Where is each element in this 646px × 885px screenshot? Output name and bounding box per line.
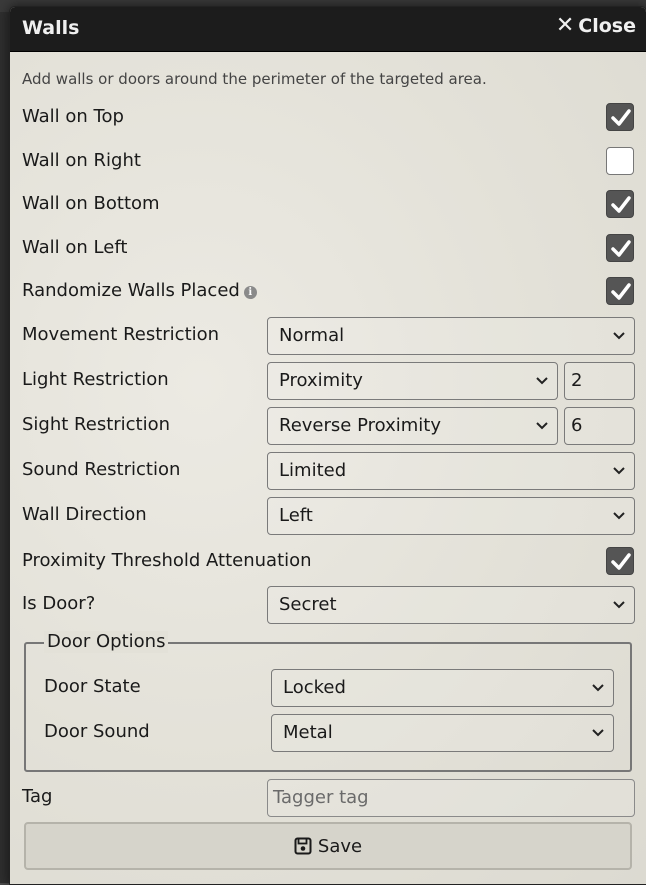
light-select[interactable]: Proximity: [267, 362, 558, 400]
randomize-text: Randomize Walls Placed: [22, 280, 240, 301]
close-label: Close: [578, 15, 636, 37]
save-disk-icon: [294, 837, 312, 855]
chevron-down-icon: [613, 332, 625, 340]
sound-value: Limited: [279, 460, 347, 481]
sight-range-input[interactable]: 6: [564, 407, 635, 445]
wall-right-label: Wall on Right: [22, 150, 141, 171]
checkmark-icon: [611, 553, 631, 570]
tag-input[interactable]: Tagger tag: [267, 779, 635, 817]
row-wall-bottom: Wall on Bottom: [22, 186, 634, 222]
sound-select[interactable]: Limited: [267, 452, 635, 490]
wall-left-label: Wall on Left: [22, 237, 128, 258]
attenuation-label: Proximity Threshold Attenuation: [22, 550, 312, 571]
door-options-fieldset: [24, 642, 632, 772]
door-select[interactable]: Secret: [267, 586, 635, 624]
light-value: Proximity: [279, 370, 363, 391]
row-door-sound: Door Sound Metal: [44, 714, 614, 752]
row-direction: Wall Direction Left: [22, 497, 635, 535]
door-state-select[interactable]: Locked: [271, 669, 614, 707]
direction-select[interactable]: Left: [267, 497, 635, 535]
info-icon[interactable]: i: [243, 286, 257, 299]
dialog-hint: Add walls or doors around the perimeter …: [22, 70, 487, 88]
wall-bottom-checkbox[interactable]: [606, 190, 634, 218]
wall-bottom-label: Wall on Bottom: [22, 193, 160, 214]
randomize-checkbox[interactable]: [606, 277, 634, 305]
chevron-down-icon: [613, 467, 625, 475]
door-sound-label: Door Sound: [44, 721, 150, 742]
chevron-down-icon: [592, 684, 604, 692]
attenuation-checkbox[interactable]: [606, 547, 634, 575]
randomize-label: Randomize Walls Placed i: [22, 273, 257, 309]
wall-left-checkbox[interactable]: [606, 234, 634, 262]
door-options-legend: Door Options: [44, 631, 169, 653]
door-state-value: Locked: [283, 677, 346, 698]
chevron-down-icon: [536, 377, 548, 385]
row-wall-top: Wall on Top: [22, 99, 634, 135]
dialog-titlebar[interactable]: Walls ✕ Close: [10, 7, 646, 52]
movement-value: Normal: [279, 325, 345, 346]
light-range-input[interactable]: 2: [564, 362, 635, 400]
door-value: Secret: [279, 594, 337, 615]
checkmark-icon: [611, 196, 631, 213]
door-sound-select[interactable]: Metal: [271, 714, 614, 752]
sound-label: Sound Restriction: [22, 459, 181, 480]
chevron-down-icon: [613, 512, 625, 520]
sight-value: Reverse Proximity: [279, 415, 441, 436]
row-movement: Movement Restriction Normal: [22, 317, 635, 355]
sight-select[interactable]: Reverse Proximity: [267, 407, 558, 445]
wall-top-checkbox[interactable]: [606, 103, 634, 131]
row-randomize: Randomize Walls Placed i: [22, 273, 634, 309]
chevron-down-icon: [613, 601, 625, 609]
checkmark-icon: [611, 240, 631, 257]
close-button[interactable]: ✕ Close: [555, 13, 636, 38]
row-wall-right: Wall on Right: [22, 143, 634, 179]
row-light: Light Restriction Proximity 2: [22, 362, 635, 400]
save-label: Save: [317, 835, 363, 857]
close-icon: ✕: [555, 13, 575, 38]
row-sight: Sight Restriction Reverse Proximity 6: [22, 407, 635, 445]
door-state-label: Door State: [44, 676, 141, 697]
row-wall-left: Wall on Left: [22, 230, 634, 266]
chevron-down-icon: [536, 422, 548, 430]
wall-right-checkbox[interactable]: [606, 147, 634, 175]
row-tag: Tag Tagger tag: [22, 779, 635, 817]
dialog-title: Walls: [22, 17, 80, 39]
sight-label: Sight Restriction: [22, 414, 171, 435]
wall-top-label: Wall on Top: [22, 106, 124, 127]
direction-label: Wall Direction: [22, 504, 147, 525]
row-attenuation: Proximity Threshold Attenuation: [22, 543, 634, 579]
direction-value: Left: [279, 505, 313, 526]
door-label: Is Door?: [22, 593, 96, 614]
walls-dialog: Walls ✕ Close Add walls or doors around …: [9, 6, 646, 885]
row-door-state: Door State Locked: [44, 669, 614, 707]
save-button[interactable]: Save: [24, 822, 632, 870]
movement-select[interactable]: Normal: [267, 317, 635, 355]
row-sound: Sound Restriction Limited: [22, 452, 635, 490]
row-door: Is Door? Secret: [22, 586, 635, 624]
checkmark-icon: [611, 283, 631, 300]
checkmark-icon: [611, 109, 631, 126]
movement-label: Movement Restriction: [22, 324, 220, 345]
door-sound-value: Metal: [283, 722, 333, 743]
chevron-down-icon: [592, 729, 604, 737]
light-label: Light Restriction: [22, 369, 169, 390]
tag-label: Tag: [22, 786, 53, 807]
